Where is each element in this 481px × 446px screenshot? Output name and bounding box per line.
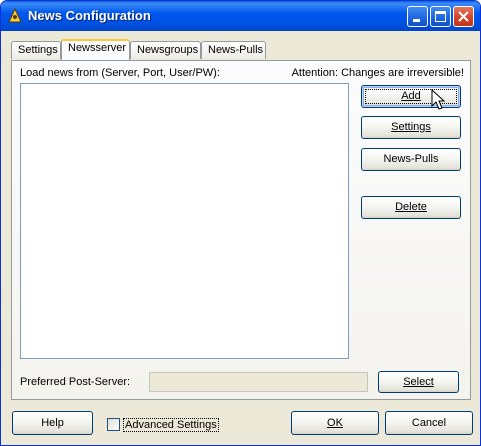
title-bar[interactable]: News Configuration [1,1,480,31]
minimize-button[interactable] [407,6,428,27]
mouse-pointer-icon [431,89,445,110]
help-button[interactable]: Help [12,411,93,435]
advanced-settings-label[interactable]: Advanced Settings [123,418,219,432]
maximize-icon [435,11,446,22]
tab-label: Newsgroups [137,44,199,56]
close-button[interactable] [453,6,474,27]
news-config-icon [7,7,23,24]
news-configuration-window: News Configuration Settings Newsserver N… [0,0,481,446]
add-button[interactable]: Add [361,85,461,108]
advanced-settings-checkbox[interactable] [107,418,120,431]
tab-settings[interactable]: Settings [11,41,61,59]
tab-label: Newsserver [68,42,127,54]
close-icon [458,11,469,22]
ok-button[interactable]: OK [291,411,379,435]
tab-news-pulls[interactable]: News-Pulls [201,41,266,59]
cancel-button[interactable]: Cancel [385,411,473,435]
delete-button[interactable]: Delete [361,196,461,219]
post-server-field [149,372,368,392]
tab-label: News-Pulls [208,44,264,56]
post-server-label: Preferred Post-Server: [20,376,131,388]
server-list[interactable] [20,83,349,359]
news-pulls-button[interactable]: News-Pulls [361,148,461,171]
minimize-icon [413,19,420,22]
settings-button[interactable]: Settings [361,116,461,139]
irreversible-warning: Attention: Changes are irreversible! [291,67,464,79]
tab-label: Settings [18,44,58,56]
select-button[interactable]: Select [378,371,459,393]
tab-newsserver[interactable]: Newsserver [61,39,130,60]
window-title: News Configuration [28,8,151,23]
newsserver-panel: Load news from (Server, Port, User/PW): … [11,60,471,400]
server-list-label: Load news from (Server, Port, User/PW): [20,67,220,79]
tab-newsgroups[interactable]: Newsgroups [130,41,201,59]
tab-strip: Settings Newsserver Newsgroups News-Pull… [11,39,471,61]
maximize-button[interactable] [430,6,451,27]
